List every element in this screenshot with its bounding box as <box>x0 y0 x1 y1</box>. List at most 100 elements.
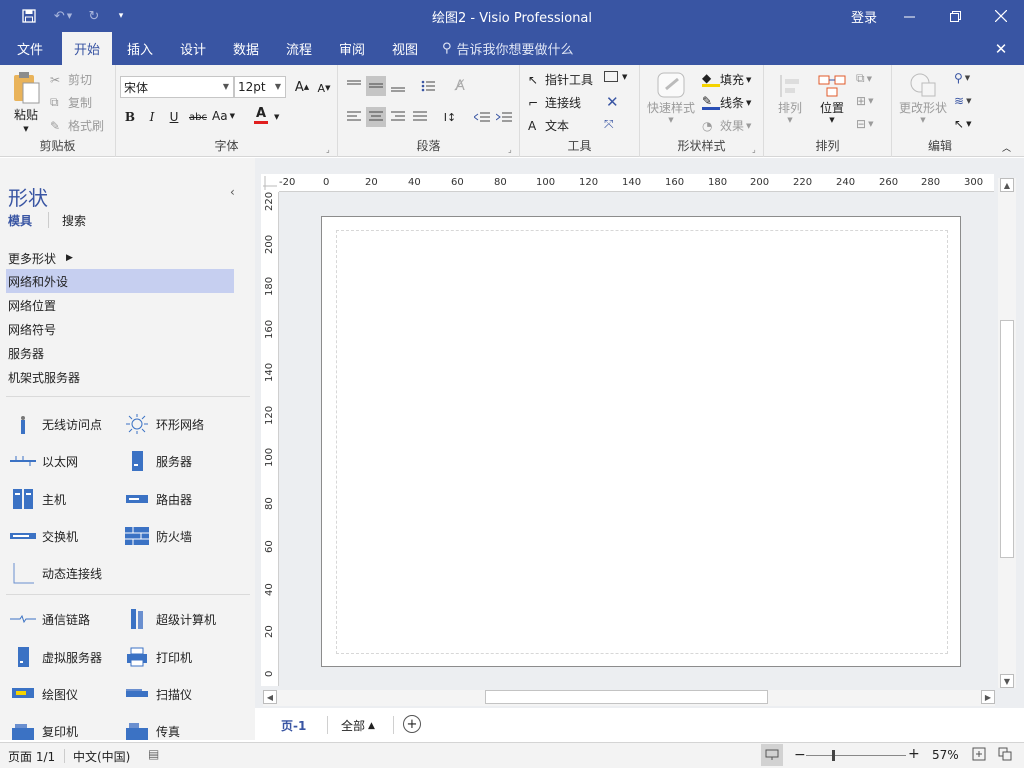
category-network-locations[interactable]: 网络位置 <box>0 293 234 317</box>
shape-firewall[interactable]: 防火墙 <box>124 524 192 548</box>
scroll-right-icon[interactable]: ▶ <box>981 690 995 704</box>
fill-button[interactable]: ◆ 填充 ▼ <box>702 71 751 88</box>
scroll-down-icon[interactable]: ▼ <box>1000 674 1014 688</box>
macro-record-icon[interactable]: ▤ <box>148 747 159 761</box>
font-name-combo[interactable]: 宋体 ▼ <box>120 76 234 98</box>
horizontal-scrollbar[interactable]: ◀ ▶ <box>263 690 995 706</box>
arrange-button[interactable]: 排列 ▼ <box>772 73 808 124</box>
align-center-icon[interactable] <box>366 107 386 127</box>
dialog-launcher-icon[interactable]: ⌟ <box>752 145 756 154</box>
grow-font-icon[interactable]: A ▲ <box>292 77 312 97</box>
align-shapes-icon[interactable]: ⊞ ▼ <box>856 94 873 108</box>
shape-copier[interactable]: 复印机 <box>10 719 78 740</box>
close-window-icon[interactable] <box>978 0 1024 32</box>
zoom-in-icon[interactable]: + <box>908 746 920 762</box>
bullets-icon[interactable] <box>418 76 438 96</box>
align-middle-icon[interactable] <box>366 76 386 96</box>
quick-styles-button[interactable]: 快速样式 ▼ <box>646 71 696 124</box>
shape-ethernet[interactable]: 以太网 <box>10 449 78 473</box>
zoom-slider-track[interactable] <box>806 755 906 756</box>
vertical-scrollbar[interactable]: ▲ ▼ <box>998 178 1016 688</box>
scroll-left-icon[interactable]: ◀ <box>263 690 277 704</box>
all-pages-button[interactable]: 全部 ▲ <box>341 717 375 734</box>
language-indicator[interactable]: 中文(中国) <box>73 748 130 765</box>
tab-review[interactable]: 审阅 <box>330 32 374 65</box>
cut-button[interactable]: ✂ 剪切 <box>50 71 92 88</box>
drawing-page[interactable] <box>321 216 961 667</box>
text-tool-button[interactable]: A 文本 <box>528 117 569 134</box>
tab-data[interactable]: 数据 <box>224 32 268 65</box>
shrink-font-icon[interactable]: A ▼ <box>314 78 334 98</box>
chevron-down-icon[interactable]: ▼ <box>274 113 279 121</box>
tab-view[interactable]: 视图 <box>383 32 427 65</box>
align-top-icon[interactable] <box>344 76 364 96</box>
strikethrough-button[interactable]: abc <box>186 107 210 127</box>
shape-virtual-server[interactable]: 虚拟服务器 <box>10 645 102 669</box>
fit-page-icon[interactable] <box>972 747 986 761</box>
shape-scanner[interactable]: 扫描仪 <box>124 682 192 706</box>
italic-button[interactable]: I <box>142 107 162 127</box>
shape-comm-link[interactable]: 通信链路 <box>10 607 90 631</box>
format-painter-button[interactable]: ✎ 格式刷 <box>50 117 104 134</box>
align-bottom-icon[interactable] <box>388 76 408 96</box>
connector-button[interactable]: ⌐ 连接线 <box>528 94 581 111</box>
shape-plotter[interactable]: 绘图仪 <box>10 682 78 706</box>
tab-search[interactable]: 搜索 <box>62 212 86 229</box>
tab-design[interactable]: 设计 <box>171 32 215 65</box>
shape-dynamic-connector[interactable]: 动态连接线 <box>10 561 102 585</box>
rectangle-tool-button[interactable]: ▼ <box>604 71 627 82</box>
position-button[interactable]: 位置 ▼ <box>814 73 850 124</box>
copy-button[interactable]: ⧉ 复制 <box>50 94 92 111</box>
restore-icon[interactable] <box>932 0 978 32</box>
shape-mainframe[interactable]: 主机 <box>10 487 66 511</box>
tab-process[interactable]: 流程 <box>277 32 321 65</box>
change-case-button[interactable]: Aa ▼ <box>212 109 235 123</box>
increase-indent-icon[interactable] <box>494 107 514 127</box>
paste-button[interactable]: 粘贴 ▼ <box>8 71 44 133</box>
text-rotation-icon[interactable]: A̸ <box>450 76 470 96</box>
collapse-panel-icon[interactable]: ‹ <box>230 185 235 199</box>
bold-button[interactable]: B <box>120 107 140 127</box>
collapse-ribbon-icon[interactable]: ︿ <box>1002 141 1011 154</box>
category-servers[interactable]: 服务器 <box>0 341 234 365</box>
change-shape-button[interactable]: 更改形状 ▼ <box>896 71 950 124</box>
font-color-button[interactable]: A <box>254 107 268 124</box>
layers-icon[interactable]: ≋ ▼ <box>954 94 971 108</box>
shape-wireless-access-point[interactable]: 无线访问点 <box>10 412 102 436</box>
category-rack-servers[interactable]: 机架式服务器 <box>0 365 234 389</box>
zoom-out-icon[interactable]: − <box>794 747 806 763</box>
minimize-icon[interactable] <box>886 0 932 32</box>
add-page-icon[interactable]: + <box>403 715 421 733</box>
text-direction-icon[interactable]: I↕ <box>440 107 460 127</box>
zoom-slider-thumb[interactable] <box>832 750 835 761</box>
close-connector-icon[interactable]: ✕ <box>606 93 619 111</box>
shape-fax[interactable]: 传真 <box>124 719 180 740</box>
select-icon[interactable]: ↖ ▼ <box>954 117 971 131</box>
dialog-launcher-icon[interactable]: ⌟ <box>508 145 512 154</box>
pointer-tool-button[interactable]: ↖ 指针工具 <box>528 71 593 88</box>
category-network-symbols[interactable]: 网络符号 <box>0 317 234 341</box>
shape-server[interactable]: 服务器 <box>124 449 192 473</box>
dialog-launcher-icon[interactable]: ⌟ <box>326 145 330 154</box>
page-tab-1[interactable]: 页-1 <box>281 717 306 734</box>
shape-ring-network[interactable]: 环形网络 <box>124 412 204 436</box>
tab-file[interactable]: 文件 <box>8 32 52 65</box>
zoom-level[interactable]: 57% <box>932 748 959 762</box>
scroll-up-icon[interactable]: ▲ <box>1000 178 1014 192</box>
category-network-peripherals[interactable]: 网络和外设 <box>6 269 234 293</box>
more-shapes-item[interactable]: 更多形状 ▶ <box>0 246 234 270</box>
shape-supercomputer[interactable]: 超级计算机 <box>124 607 216 631</box>
line-button[interactable]: ✎ 线条 ▼ <box>702 94 751 111</box>
align-left-icon[interactable] <box>344 107 364 127</box>
justify-icon[interactable] <box>410 107 430 127</box>
shape-router[interactable]: 路由器 <box>124 487 192 511</box>
shape-printer[interactable]: 打印机 <box>124 645 192 669</box>
tell-me-box[interactable]: ⚲ 告诉我你想要做什么 <box>442 32 582 65</box>
presentation-mode-icon[interactable] <box>761 744 783 766</box>
connection-point-icon[interactable]: ⤧ <box>604 117 614 132</box>
tab-insert[interactable]: 插入 <box>118 32 162 65</box>
close-document-icon[interactable]: ✕ <box>988 32 1014 65</box>
font-size-combo[interactable]: 12pt ▼ <box>234 76 286 98</box>
login-link[interactable]: 登录 <box>851 7 877 26</box>
effects-button[interactable]: ◔ 效果 ▼ <box>702 117 751 134</box>
